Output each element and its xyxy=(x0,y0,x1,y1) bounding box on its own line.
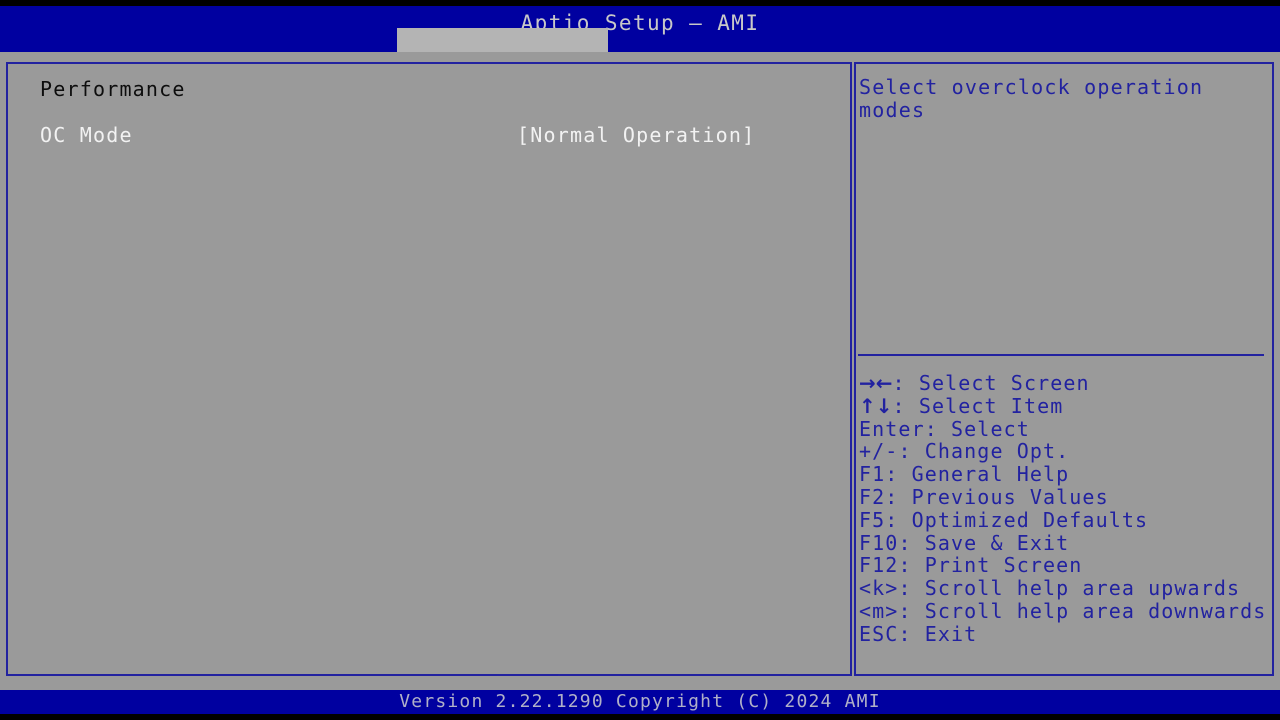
key-legend-key: F1 xyxy=(859,462,886,487)
arrow-keys-icon: →← xyxy=(859,371,893,395)
key-legend-separator: : xyxy=(898,576,925,601)
version-text: Version 2.22.1290 Copyright (C) 2024 AMI xyxy=(399,691,881,712)
key-legend-row: →←: Select Screen xyxy=(859,372,1269,395)
key-legend-separator: : xyxy=(898,530,925,555)
key-legend-separator: : xyxy=(885,507,912,532)
key-legend-row: Enter: Select xyxy=(859,416,1269,441)
key-legend-action: Select Item xyxy=(918,393,1064,418)
key-legend-action: Select Screen xyxy=(918,371,1090,395)
key-legend-separator: : xyxy=(885,484,912,509)
key-legend-key: F2 xyxy=(859,484,886,509)
key-legend-action: Print Screen xyxy=(924,553,1083,578)
key-legend-row: ESC: Exit xyxy=(859,621,1269,646)
key-legend-key: F5 xyxy=(859,507,886,532)
key-legend-action: Optimized Defaults xyxy=(911,507,1149,532)
key-legend-key: Enter xyxy=(859,416,925,441)
key-legend-separator: : xyxy=(898,598,925,623)
key-legend-separator: : xyxy=(898,621,925,646)
arrow-keys-icon: ↑↓ xyxy=(859,393,893,418)
key-legend-row: F12: Print Screen xyxy=(859,554,1269,577)
setting-label-oc-mode: OC Mode xyxy=(40,123,133,147)
footer-bar: Version 2.22.1290 Copyright (C) 2024 AMI xyxy=(0,690,1280,714)
key-legend-key: <k> xyxy=(859,576,899,601)
help-panel: Select overclock operation modes →←: Sel… xyxy=(854,62,1274,676)
key-legend-row: F5: Optimized Defaults xyxy=(859,507,1269,532)
key-legend-separator: : xyxy=(898,553,925,578)
key-legend-row: F10: Save & Exit xyxy=(859,530,1269,555)
key-legend-key: ESC xyxy=(859,621,899,646)
bottom-bezel xyxy=(0,714,1280,720)
key-legend-row: <m>: Scroll help area downwards xyxy=(859,600,1269,623)
settings-panel: Performance OC Mode [Normal Operation] xyxy=(6,62,852,676)
key-legend-separator: : xyxy=(924,416,952,441)
key-legend-action: Exit xyxy=(924,621,978,646)
key-legend-key: <m> xyxy=(859,598,899,623)
setting-row-oc-mode[interactable]: OC Mode [Normal Operation] xyxy=(8,123,850,147)
key-legend-action: Previous Values xyxy=(911,484,1109,509)
key-legend-row: F1: General Help xyxy=(859,463,1269,486)
key-legend-action: General Help xyxy=(911,462,1070,487)
key-legend-separator: : xyxy=(892,393,919,418)
key-legend-action: Save & Exit xyxy=(924,530,1070,555)
help-divider xyxy=(858,354,1264,356)
key-legend: →←: Select Screen ↑↓: Select Item Enter: S… xyxy=(859,372,1269,646)
key-legend-key: F12 xyxy=(859,553,899,578)
tab-amd-cbs[interactable]: AMD CBS xyxy=(397,28,608,79)
key-legend-action: Change Opt. xyxy=(924,439,1070,464)
key-legend-row: <k>: Scroll help area upwards xyxy=(859,577,1269,600)
help-description: Select overclock operation modes xyxy=(859,75,1204,122)
key-legend-key: F10 xyxy=(859,530,899,555)
section-title-performance: Performance xyxy=(40,77,186,101)
setting-value-oc-mode[interactable]: [Normal Operation] xyxy=(517,123,755,147)
key-legend-separator: : xyxy=(898,439,925,464)
key-legend-action: Select xyxy=(951,416,1030,441)
key-legend-row: +/-: Change Opt. xyxy=(859,440,1269,463)
key-legend-key: +/- xyxy=(859,439,899,464)
key-legend-separator: : xyxy=(892,371,919,395)
key-legend-row: F2: Previous Values xyxy=(859,486,1269,509)
key-legend-action: Scroll help area downwards xyxy=(924,598,1267,623)
tab-strip: AMD CBS xyxy=(0,28,1280,79)
key-legend-action: Scroll help area upwards xyxy=(924,576,1241,601)
key-legend-row: ↑↓: Select Item xyxy=(859,393,1269,418)
key-legend-separator: : xyxy=(885,462,912,487)
bios-setup-screen: Aptio Setup – AMI AMD CBS Performance OC… xyxy=(0,0,1280,720)
